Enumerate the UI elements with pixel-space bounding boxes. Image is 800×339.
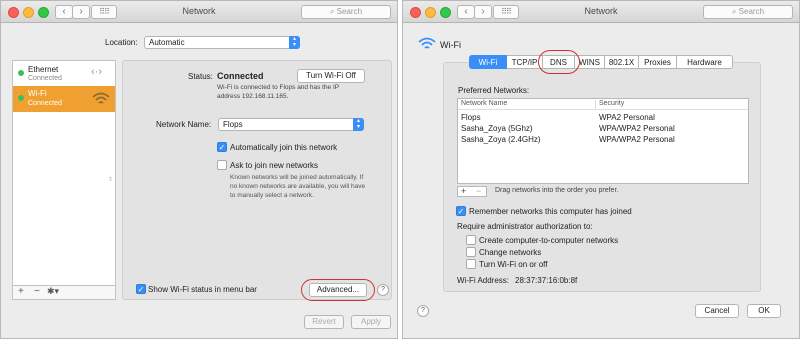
search-icon: ⌕ xyxy=(731,7,739,16)
add-service-icon[interactable]: + xyxy=(18,286,24,297)
tab-wifi[interactable]: Wi-Fi xyxy=(469,55,507,69)
table-header: Network Name Security xyxy=(458,99,748,110)
status-description-line-2: address 192.168.11.165. xyxy=(217,93,289,100)
sidebar-item-ethernet[interactable]: Ethernet Connected ‹·› xyxy=(13,62,115,86)
network-window-right: ‹ › ⠿⠿ Network ⌕ Search Wi-Fi Wi-Fi TCP/… xyxy=(402,0,800,339)
remove-network-icon[interactable]: − xyxy=(476,186,481,196)
chevron-updown-icon: ▴ ▾ xyxy=(353,118,364,131)
apply-button[interactable]: Apply xyxy=(351,315,391,329)
network-name-label: Network Name: xyxy=(156,120,212,129)
title-bar: ‹ › ⠿⠿ Network ⌕ Search xyxy=(1,1,397,23)
advanced-highlight-ring xyxy=(301,279,375,301)
title-bar: ‹ › ⠿⠿ Network ⌕ Search xyxy=(403,1,799,23)
security-cell: WPA/WPA2 Personal xyxy=(599,124,675,133)
remove-service-icon[interactable]: − xyxy=(34,286,40,297)
table-row[interactable]: Flops WPA2 Personal xyxy=(458,113,748,124)
table-row[interactable]: Sasha_Zoya (2.4GHz) WPA/WPA2 Personal xyxy=(458,135,748,146)
ethernet-arrows-icon: ‹·› xyxy=(91,66,102,78)
require-admin-label: Require administrator authorization to: xyxy=(457,222,593,231)
auto-join-label: Automatically join this network xyxy=(230,143,338,152)
wifi-icon xyxy=(418,37,436,49)
dns-highlight-ring xyxy=(538,50,580,74)
search-placeholder: Search xyxy=(336,7,363,16)
add-network-icon[interactable]: + xyxy=(461,186,466,196)
tab-proxies[interactable]: Proxies xyxy=(639,55,677,69)
network-window-left: ‹ › ⠿⠿ Network ⌕ Search Location: Automa… xyxy=(0,0,398,339)
network-name-cell: Sasha_Zoya (5Ghz) xyxy=(461,124,533,133)
sidebar-item-name: Ethernet xyxy=(28,65,59,74)
status-description-line-1: Wi-Fi is connected to Flops and has the … xyxy=(217,84,340,91)
service-list-toolbar: + − ✱▾ xyxy=(12,286,116,300)
show-status-label: Show Wi-Fi status in menu bar xyxy=(148,285,257,294)
ask-join-description-1: Known networks will be joined automatica… xyxy=(230,174,364,181)
ask-join-description-3: to manually select a network. xyxy=(230,192,314,199)
status-dot-icon xyxy=(18,95,24,101)
search-field[interactable]: ⌕ Search xyxy=(703,5,793,19)
wifi-address-value: 28:37:37:16:0b:8f xyxy=(515,276,578,285)
help-icon[interactable]: ? xyxy=(417,305,429,317)
network-name-select[interactable]: Flops ▴ ▾ xyxy=(218,118,364,131)
turn-wifi-off-button[interactable]: Turn Wi-Fi Off xyxy=(297,69,365,83)
auto-join-checkbox[interactable]: ✓ xyxy=(217,142,227,152)
status-label: Status: xyxy=(188,72,213,81)
revert-button[interactable]: Revert xyxy=(304,315,344,329)
scroll-indicator-icon: ⇕ xyxy=(108,177,114,183)
help-icon[interactable]: ? xyxy=(377,284,389,296)
sidebar-item-status: Connected xyxy=(28,75,62,82)
create-networks-label: Create computer-to-computer networks xyxy=(479,236,619,245)
search-field[interactable]: ⌕ Search xyxy=(301,5,391,19)
tab-hardware[interactable]: Hardware xyxy=(677,55,733,69)
tab-8021x[interactable]: 802.1X xyxy=(605,55,639,69)
status-dot-icon xyxy=(18,70,24,76)
search-placeholder: Search xyxy=(738,7,765,16)
turn-wifi-label: Turn Wi-Fi on or off xyxy=(479,260,548,269)
service-list: Ethernet Connected ‹·› Wi-Fi Connected ⇕ xyxy=(12,60,116,286)
sidebar-item-status: Connected xyxy=(28,100,62,107)
ask-join-label: Ask to join new networks xyxy=(230,161,319,170)
security-cell: WPA2 Personal xyxy=(599,113,655,122)
location-select[interactable]: Automatic ▴ ▾ xyxy=(144,36,300,49)
gear-icon[interactable]: ✱▾ xyxy=(47,286,59,297)
ok-button[interactable]: OK xyxy=(747,304,781,318)
column-divider xyxy=(595,100,596,109)
security-cell: WPA/WPA2 Personal xyxy=(599,135,675,144)
preferred-networks-table: Network Name Security Flops WPA2 Persona… xyxy=(457,98,749,184)
search-icon: ⌕ xyxy=(329,7,337,16)
sidebar-item-name: Wi-Fi xyxy=(28,89,47,98)
chevron-updown-icon: ▴ ▾ xyxy=(289,36,300,49)
location-label: Location: xyxy=(105,38,138,47)
table-row[interactable]: Sasha_Zoya (5Ghz) WPA/WPA2 Personal xyxy=(458,124,748,135)
remember-networks-label: Remember networks this computer has join… xyxy=(469,207,632,216)
network-name-cell: Flops xyxy=(461,113,481,122)
wifi-title: Wi-Fi xyxy=(440,40,461,50)
wifi-address-label: Wi-Fi Address: xyxy=(457,276,510,285)
sidebar-item-wifi[interactable]: Wi-Fi Connected xyxy=(13,86,115,112)
network-name-cell: Sasha_Zoya (2.4GHz) xyxy=(461,135,541,144)
remember-networks-checkbox[interactable]: ✓ xyxy=(456,206,466,216)
turn-wifi-checkbox[interactable] xyxy=(466,259,476,269)
table-toolbar: + − xyxy=(457,186,487,197)
change-networks-checkbox[interactable] xyxy=(466,247,476,257)
drag-hint: Drag networks into the order you prefer. xyxy=(495,187,619,194)
network-name-value: Flops xyxy=(223,120,243,129)
change-networks-label: Change networks xyxy=(479,248,542,257)
location-value: Automatic xyxy=(149,38,185,47)
preferred-networks-label: Preferred Networks: xyxy=(458,86,530,95)
ask-join-description-2: no known networks are available, you wil… xyxy=(230,183,366,190)
create-networks-checkbox[interactable] xyxy=(466,235,476,245)
column-header-network-name[interactable]: Network Name xyxy=(461,100,507,107)
show-status-checkbox[interactable]: ✓ xyxy=(136,284,146,294)
status-value: Connected xyxy=(217,71,264,81)
cancel-button[interactable]: Cancel xyxy=(695,304,739,318)
wifi-icon xyxy=(92,92,110,104)
column-header-security[interactable]: Security xyxy=(599,100,624,107)
ask-join-checkbox[interactable] xyxy=(217,160,227,170)
